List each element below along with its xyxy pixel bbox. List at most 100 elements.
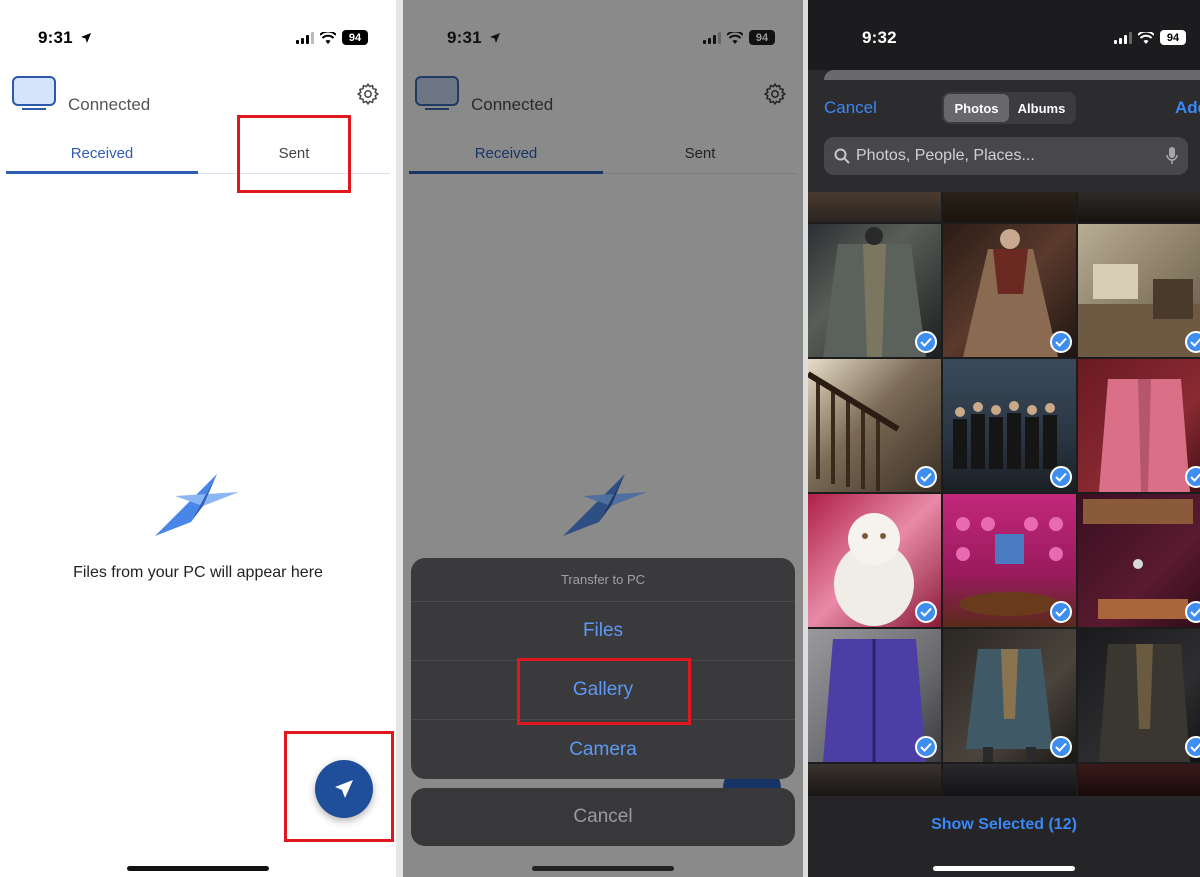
show-selected-button[interactable]: Show Selected (12) bbox=[808, 816, 1200, 834]
location-arrow-icon bbox=[489, 33, 500, 43]
status-bar: 9:31 94 bbox=[0, 0, 396, 70]
sheet-grabber bbox=[824, 70, 1200, 80]
selected-check-icon bbox=[1050, 466, 1072, 488]
highlight-send-button bbox=[284, 731, 394, 842]
picker-add-button[interactable]: Add bbox=[1175, 98, 1200, 118]
room-image bbox=[1078, 264, 1200, 357]
connection-status: Connected bbox=[68, 95, 151, 114]
photo-search-field[interactable]: Photos, People, Places... bbox=[824, 137, 1188, 175]
home-indicator bbox=[933, 866, 1075, 871]
screen-transfer-action-sheet: 9:31 94 Connected Received Sent Transfer… bbox=[403, 0, 803, 877]
status-time-text: 9:31 bbox=[38, 28, 73, 47]
photo-thumbnail[interactable] bbox=[1078, 359, 1200, 492]
photo-grid bbox=[808, 192, 1200, 796]
segment-albums[interactable]: Albums bbox=[1009, 94, 1074, 122]
selected-check-icon bbox=[915, 466, 937, 488]
search-placeholder: Photos, People, Places... bbox=[856, 147, 1035, 164]
paper-plane-icon bbox=[155, 474, 239, 536]
dark-red-display-image bbox=[1083, 499, 1193, 619]
tab-sent[interactable]: Sent bbox=[603, 145, 797, 162]
status-time: 9:31 bbox=[38, 28, 91, 48]
pc-monitor-icon bbox=[12, 76, 56, 110]
photo-thumbnail[interactable] bbox=[1078, 224, 1200, 357]
screen-received-empty: 9:31 94 Connected Received Sent Files fr… bbox=[0, 0, 396, 877]
tab-received[interactable]: Received bbox=[409, 145, 603, 162]
status-bar: 9:32 94 bbox=[808, 0, 1200, 70]
location-arrow-icon bbox=[80, 33, 91, 43]
wifi-icon bbox=[1138, 31, 1154, 44]
selected-check-icon bbox=[915, 331, 937, 353]
empty-state-message: Files from your PC will appear here bbox=[73, 564, 323, 581]
photo-thumbnail[interactable] bbox=[943, 224, 1076, 357]
home-indicator bbox=[532, 866, 674, 871]
cellular-signal-icon bbox=[1114, 31, 1132, 44]
picker-cancel-button[interactable]: Cancel bbox=[824, 98, 877, 118]
action-sheet-cancel-button[interactable]: Cancel bbox=[411, 788, 795, 846]
cellular-signal-icon bbox=[703, 31, 721, 44]
status-bar: 9:31 94 bbox=[403, 0, 803, 70]
selected-check-icon bbox=[1185, 601, 1200, 623]
photo-thumbnail[interactable] bbox=[808, 224, 941, 357]
connection-status: Connected bbox=[471, 95, 554, 114]
battery-indicator: 94 bbox=[749, 30, 775, 45]
home-indicator bbox=[127, 866, 269, 871]
tab-received[interactable]: Received bbox=[6, 145, 198, 162]
photo-thumbnail[interactable] bbox=[943, 494, 1076, 627]
photo-thumbnail[interactable] bbox=[808, 629, 941, 762]
status-icons: 94 bbox=[703, 30, 775, 45]
selected-check-icon bbox=[915, 601, 937, 623]
option-files[interactable]: Files bbox=[411, 602, 795, 661]
picker-bottom-bar: Show Selected (12) bbox=[808, 796, 1200, 877]
tab-active-indicator bbox=[6, 171, 198, 174]
wifi-icon bbox=[727, 31, 743, 44]
status-icons: 94 bbox=[1114, 30, 1186, 45]
photo-thumbnail[interactable] bbox=[943, 764, 1076, 796]
status-time: 9:32 bbox=[862, 28, 897, 47]
panel-separator bbox=[396, 0, 403, 877]
settings-gear-icon[interactable] bbox=[763, 82, 787, 106]
selected-check-icon bbox=[1185, 331, 1200, 353]
photo-thumbnail[interactable] bbox=[943, 359, 1076, 492]
photo-thumbnail[interactable] bbox=[808, 359, 941, 492]
settings-gear-icon[interactable] bbox=[356, 82, 380, 106]
battery-indicator: 94 bbox=[1160, 30, 1186, 45]
wifi-icon bbox=[320, 31, 336, 44]
selected-check-icon bbox=[1185, 466, 1200, 488]
photo-thumbnail[interactable] bbox=[808, 192, 941, 222]
selected-check-icon bbox=[915, 736, 937, 758]
status-time-text: 9:31 bbox=[447, 28, 482, 47]
photos-albums-segmented-control: Photos Albums bbox=[942, 92, 1076, 124]
paper-plane-icon bbox=[563, 474, 647, 536]
connection-header: Connected bbox=[12, 76, 384, 116]
highlight-gallery-option bbox=[517, 658, 691, 725]
selected-check-icon bbox=[1185, 736, 1200, 758]
microphone-icon[interactable] bbox=[1166, 147, 1178, 165]
status-icons: 94 bbox=[296, 30, 368, 45]
photo-thumbnail[interactable] bbox=[943, 629, 1076, 762]
tab-bar: Received Sent bbox=[409, 140, 797, 174]
screen-photo-picker: 9:32 94 Cancel Photos Albums Add Photos,… bbox=[808, 0, 1200, 877]
action-sheet-title: Transfer to PC bbox=[411, 558, 795, 602]
selected-check-icon bbox=[1050, 331, 1072, 353]
photo-thumbnail[interactable] bbox=[943, 192, 1076, 222]
photo-thumbnail[interactable] bbox=[1078, 764, 1200, 796]
status-time: 9:31 bbox=[447, 28, 500, 48]
cellular-signal-icon bbox=[296, 31, 314, 44]
segment-photos[interactable]: Photos bbox=[944, 94, 1009, 122]
option-camera[interactable]: Camera bbox=[411, 720, 795, 779]
photo-thumbnail[interactable] bbox=[1078, 192, 1200, 222]
connection-header: Connected bbox=[415, 76, 791, 116]
photo-thumbnail[interactable] bbox=[1078, 629, 1200, 762]
pc-monitor-icon bbox=[415, 76, 459, 110]
highlight-sent-tab bbox=[237, 115, 351, 193]
battery-indicator: 94 bbox=[342, 30, 368, 45]
search-icon bbox=[834, 148, 850, 164]
photo-thumbnail[interactable] bbox=[1078, 494, 1200, 627]
dark-coat-image bbox=[1099, 644, 1190, 762]
screenshot-composite: 9:31 94 Connected Received Sent Files fr… bbox=[0, 0, 1200, 877]
photo-thumbnail[interactable] bbox=[808, 494, 941, 627]
pink-jacket-image bbox=[1099, 379, 1190, 492]
selected-check-icon bbox=[1050, 601, 1072, 623]
selected-check-icon bbox=[1050, 736, 1072, 758]
photo-thumbnail[interactable] bbox=[808, 764, 941, 796]
